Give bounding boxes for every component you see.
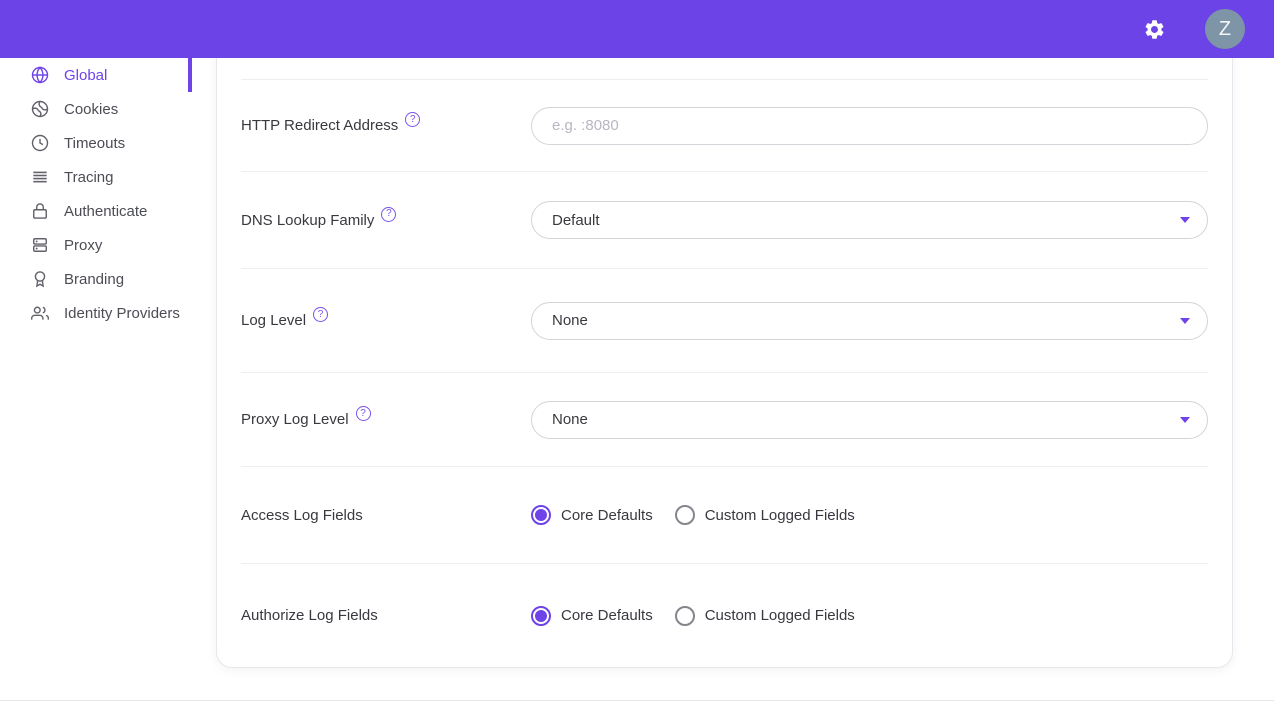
field-label-text: Authorize Log Fields — [241, 607, 378, 624]
form-row-proxy-log-level: Proxy Log Level ? None — [241, 372, 1208, 466]
chevron-down-icon — [1180, 417, 1190, 423]
globe-icon — [30, 65, 50, 85]
sidebar-item-branding[interactable]: Branding — [0, 262, 192, 296]
field-control: Core Defaults Custom Logged Fields — [531, 606, 1208, 626]
select-value: None — [552, 411, 588, 428]
dns-lookup-family-select[interactable]: Default — [531, 201, 1208, 239]
form-row-log-level: Log Level ? None — [241, 268, 1208, 372]
field-label: Log Level ? — [241, 312, 531, 329]
clock-icon — [30, 133, 50, 153]
field-label-text: HTTP Redirect Address — [241, 117, 398, 134]
field-control: None — [531, 302, 1208, 340]
radio-label: Custom Logged Fields — [705, 607, 855, 624]
tracing-lines-icon — [30, 167, 50, 187]
gear-icon — [1143, 18, 1166, 41]
award-icon — [30, 269, 50, 289]
sidebar-item-label: Global — [64, 67, 107, 84]
select-value: None — [552, 312, 588, 329]
radio-option-custom-logged-fields[interactable]: Custom Logged Fields — [675, 505, 855, 525]
sidebar-item-global[interactable]: Global — [0, 58, 192, 92]
sidebar-item-tracing[interactable]: Tracing — [0, 160, 192, 194]
sidebar-item-timeouts[interactable]: Timeouts — [0, 126, 192, 160]
sidebar-item-identity-providers[interactable]: Identity Providers — [0, 296, 192, 330]
sidebar-item-label: Timeouts — [64, 135, 125, 152]
log-level-select[interactable]: None — [531, 302, 1208, 340]
form-row-dns-lookup-family: DNS Lookup Family ? Default — [241, 171, 1208, 268]
field-control — [531, 107, 1208, 145]
sidebar-item-label: Proxy — [64, 237, 102, 254]
field-label: DNS Lookup Family ? — [241, 212, 531, 229]
field-label-text: Proxy Log Level — [241, 411, 349, 428]
field-label-text: DNS Lookup Family — [241, 212, 374, 229]
user-avatar[interactable]: Z — [1205, 9, 1245, 49]
radio-option-core-defaults[interactable]: Core Defaults — [531, 505, 653, 525]
sidebar-item-proxy[interactable]: Proxy — [0, 228, 192, 262]
server-icon — [30, 235, 50, 255]
radio-button[interactable] — [675, 606, 695, 626]
sidebar-item-label: Identity Providers — [64, 305, 180, 322]
sidebar-item-label: Tracing — [64, 169, 113, 186]
sidebar-item-label: Cookies — [64, 101, 118, 118]
authorize-log-fields-radio-group: Core Defaults Custom Logged Fields — [531, 606, 855, 626]
field-label: Proxy Log Level ? — [241, 411, 531, 428]
radio-label: Core Defaults — [561, 607, 653, 624]
cookies-icon — [30, 99, 50, 119]
chevron-down-icon — [1180, 318, 1190, 324]
field-label-text: Log Level — [241, 312, 306, 329]
field-label: HTTP Redirect Address ? — [241, 117, 531, 134]
access-log-fields-radio-group: Core Defaults Custom Logged Fields — [531, 505, 855, 525]
select-value: Default — [552, 212, 600, 229]
radio-option-core-defaults[interactable]: Core Defaults — [531, 606, 653, 626]
radio-button[interactable] — [675, 505, 695, 525]
form-row-access-log-fields: Access Log Fields Core Defaults Custom L… — [241, 466, 1208, 563]
radio-button[interactable] — [531, 606, 551, 626]
help-icon[interactable]: ? — [356, 406, 371, 421]
users-icon — [30, 303, 50, 323]
radio-option-custom-logged-fields[interactable]: Custom Logged Fields — [675, 606, 855, 626]
page-bottom-divider — [0, 700, 1274, 701]
appbar: Z — [0, 0, 1274, 58]
field-control: Core Defaults Custom Logged Fields — [531, 505, 1208, 525]
chevron-down-icon — [1180, 217, 1190, 223]
avatar-initial: Z — [1219, 18, 1231, 41]
settings-sidebar: Global Cookies Timeouts Tracing Authenti… — [0, 58, 192, 330]
field-control: Default — [531, 201, 1208, 239]
lock-icon — [30, 201, 50, 221]
radio-label: Core Defaults — [561, 507, 653, 524]
field-control: None — [531, 401, 1208, 439]
http-redirect-address-input[interactable] — [531, 107, 1208, 145]
sidebar-item-cookies[interactable]: Cookies — [0, 92, 192, 126]
form-row-authorize-log-fields: Authorize Log Fields Core Defaults Custo… — [241, 563, 1208, 667]
field-label-text: Access Log Fields — [241, 507, 363, 524]
field-label: Access Log Fields — [241, 507, 531, 524]
help-icon[interactable]: ? — [405, 112, 420, 127]
proxy-log-level-select[interactable]: None — [531, 401, 1208, 439]
help-icon[interactable]: ? — [313, 307, 328, 322]
global-settings-card: HTTP Redirect Address ? DNS Lookup Famil… — [216, 38, 1233, 668]
form-row-http-redirect-address: HTTP Redirect Address ? — [241, 79, 1208, 171]
radio-label: Custom Logged Fields — [705, 507, 855, 524]
help-icon[interactable]: ? — [381, 207, 396, 222]
sidebar-item-label: Branding — [64, 271, 124, 288]
sidebar-item-authenticate[interactable]: Authenticate — [0, 194, 192, 228]
field-label: Authorize Log Fields — [241, 607, 531, 624]
app-window: Z Global Cookies Timeouts Tracing — [0, 0, 1274, 706]
sidebar-item-label: Authenticate — [64, 203, 147, 220]
settings-gear-button[interactable] — [1136, 11, 1172, 47]
radio-button[interactable] — [531, 505, 551, 525]
